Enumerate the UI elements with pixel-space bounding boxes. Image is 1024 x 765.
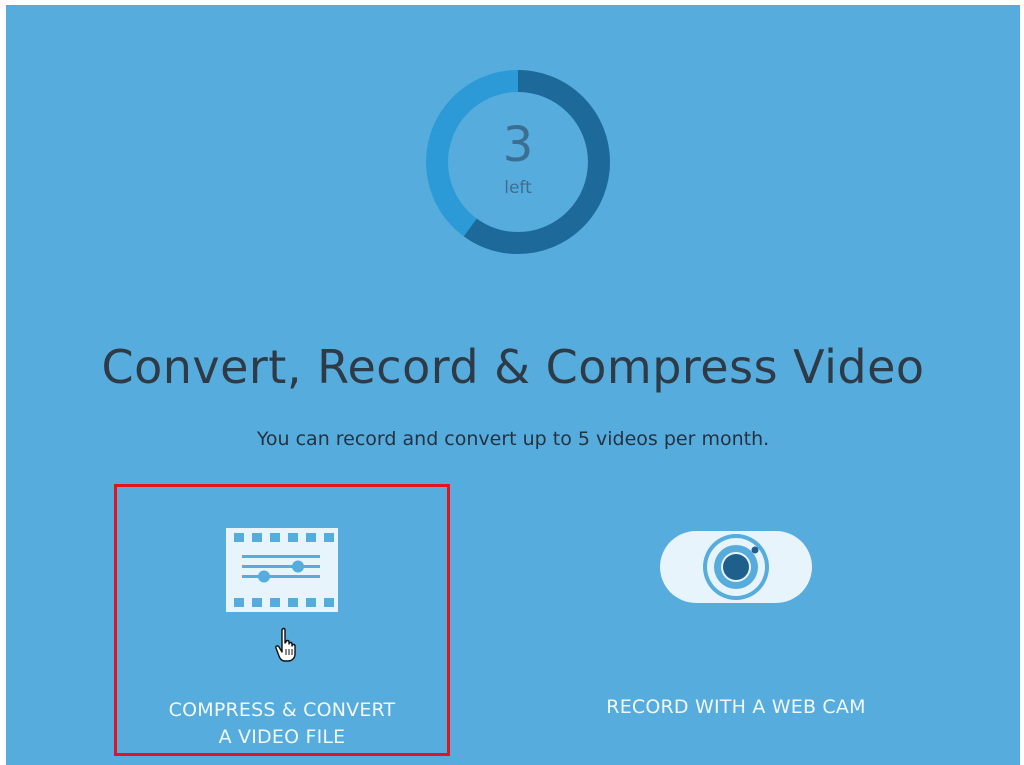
videos-left-count: 3 — [502, 117, 534, 173]
record-webcam-label: RECORD WITH A WEB CAM — [606, 696, 866, 718]
compress-convert-option[interactable]: COMPRESS & CONVERT A VIDEO FILE — [114, 484, 450, 756]
compress-convert-label-line1: COMPRESS & CONVERT — [168, 699, 396, 721]
videos-left-counter: 3 left — [422, 66, 614, 258]
webcam-icon — [660, 531, 812, 603]
page-subtitle: You can record and convert up to 5 video… — [256, 428, 770, 450]
videos-left-label: left — [504, 178, 532, 198]
film-sliders-icon — [226, 528, 338, 612]
page-title: Convert, Record & Compress Video — [101, 340, 925, 394]
compress-convert-label-line2: A VIDEO FILE — [218, 726, 346, 748]
record-webcam-option[interactable]: RECORD WITH A WEB CAM — [568, 484, 904, 756]
main-panel: 3 left Convert, Record & Compress Video … — [6, 5, 1020, 765]
hand-cursor-icon — [275, 627, 296, 662]
